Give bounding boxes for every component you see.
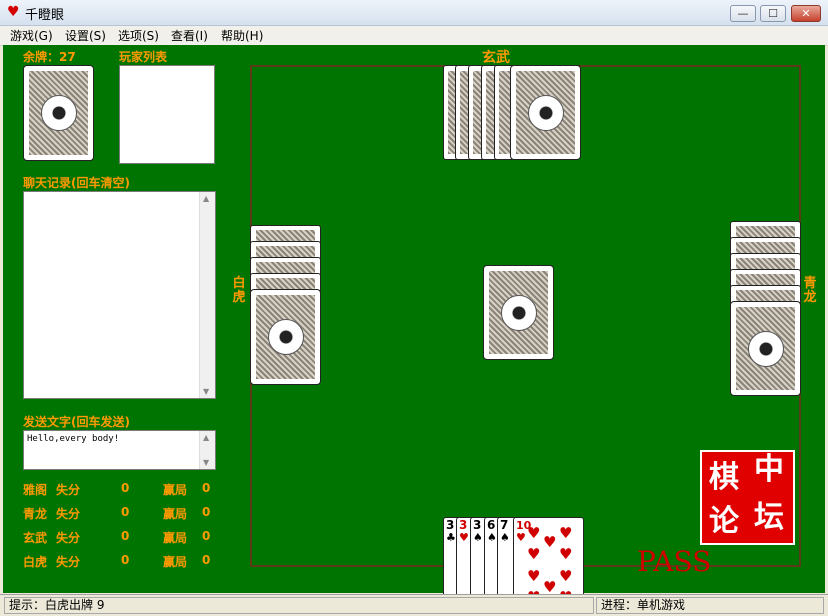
forum-stamp: 棋 中 论 坛 (700, 450, 795, 545)
status-hint: 提示：白虎出牌 9 (4, 597, 594, 614)
score-wins-label: 赢局 (163, 555, 188, 569)
send-text-label: 发送文字(回车发送) (23, 415, 130, 429)
minimize-button[interactable]: — (730, 5, 756, 22)
spade-icon: ♠ (473, 531, 483, 544)
seat-east-label: 青龙 (803, 276, 817, 305)
score-player-name: 雅阁 (23, 483, 48, 497)
score-wins-value: 0 (202, 481, 211, 495)
heart-icon: ♥ (516, 531, 526, 544)
title-bar: ♥ 千瞪眼 — ☐ ✕ (0, 0, 828, 26)
status-progress: 进程：单机游戏 (596, 597, 824, 614)
heart-icon: ♥ (7, 4, 20, 20)
score-lost-label: 失分 (56, 483, 81, 497)
stamp-char: 论 (709, 504, 739, 539)
score-wins-value: 0 (202, 505, 211, 519)
seat-west-label: 白虎 (232, 276, 246, 305)
player-list[interactable] (119, 65, 215, 164)
close-button[interactable]: ✕ (791, 5, 821, 22)
score-lost-value: 0 (121, 553, 130, 567)
stamp-char: 棋 (709, 460, 739, 495)
game-area: 余牌：27 玩家列表 聊天记录(回车清空) ▲ ▼ 发送文字(回车发送) Hell… (3, 45, 825, 612)
menu-settings[interactable]: 设置(S) (65, 27, 106, 44)
score-lost-value: 0 (121, 505, 130, 519)
card-back (510, 65, 581, 160)
pass-indicator: PASS (637, 545, 712, 578)
heart-icon: ♥ (543, 578, 557, 596)
score-player-name: 白虎 (23, 555, 48, 569)
heart-icon: ♥ (559, 545, 573, 563)
card-back (250, 289, 321, 385)
score-player-name: 青龙 (23, 507, 48, 521)
soccer-ball-icon (267, 319, 304, 355)
menu-options[interactable]: 选项(S) (118, 27, 159, 44)
score-lost-label: 失分 (56, 507, 81, 521)
score-wins-label: 赢局 (163, 531, 188, 545)
menu-game[interactable]: 游戏(G) (10, 27, 53, 44)
chat-log-label: 聊天记录(回车清空) (23, 176, 130, 190)
score-lost-value: 0 (121, 481, 130, 495)
scroll-down-icon[interactable]: ▼ (203, 387, 209, 396)
seat-north-label: 玄武 (482, 50, 510, 66)
score-lost-value: 0 (121, 529, 130, 543)
spade-icon: ♠ (500, 531, 510, 544)
chat-scrollbar[interactable]: ▲ ▼ (199, 192, 215, 398)
scroll-up-icon[interactable]: ▲ (203, 194, 209, 203)
menu-bar: 游戏(G) 设置(S) 选项(S) 查看(I) 帮助(H) (0, 26, 828, 46)
maximize-button[interactable]: ☐ (760, 5, 786, 22)
deck-card[interactable] (23, 65, 94, 161)
scroll-up-icon[interactable]: ▲ (203, 433, 209, 442)
heart-icon: ♥ (559, 567, 573, 585)
status-bar: 提示：白虎出牌 9 进程：单机游戏 (0, 594, 828, 616)
spade-icon: ♠ (487, 531, 497, 544)
heart-icon: ♥ (527, 545, 541, 563)
heart-icon: ♥ (559, 524, 573, 542)
send-scrollbar[interactable]: ▲ ▼ (199, 431, 215, 469)
menu-view[interactable]: 查看(I) (171, 27, 208, 44)
soccer-ball-icon (527, 94, 564, 131)
club-icon: ♣ (446, 531, 456, 544)
player-list-label: 玩家列表 (119, 50, 168, 64)
menu-help[interactable]: 帮助(H) (221, 27, 263, 44)
score-lost-label: 失分 (56, 555, 81, 569)
heart-icon: ♥ (543, 533, 557, 551)
remaining-cards-label: 余牌：27 (23, 50, 76, 64)
center-card (483, 265, 554, 360)
score-wins-value: 0 (202, 529, 211, 543)
soccer-ball-icon (747, 330, 784, 367)
soccer-ball-icon (40, 95, 77, 131)
send-text-input[interactable]: Hello,every body! ▲ ▼ (23, 430, 216, 470)
scroll-down-icon[interactable]: ▼ (203, 458, 209, 467)
stamp-char: 坛 (754, 500, 784, 535)
score-lost-label: 失分 (56, 531, 81, 545)
soccer-ball-icon (500, 294, 537, 331)
stamp-char: 中 (754, 452, 784, 487)
score-wins-label: 赢局 (163, 483, 188, 497)
card-back (730, 301, 801, 396)
window-title: 千瞪眼 (25, 8, 65, 23)
score-wins-value: 0 (202, 553, 211, 567)
heart-icon: ♥ (527, 524, 541, 542)
score-wins-label: 赢局 (163, 507, 188, 521)
score-player-name: 玄武 (23, 531, 48, 545)
heart-icon: ♥ (527, 567, 541, 585)
send-text-value: Hello,every body! (27, 434, 120, 444)
heart-icon: ♥ (459, 531, 469, 544)
chat-log[interactable]: ▲ ▼ (23, 191, 216, 399)
